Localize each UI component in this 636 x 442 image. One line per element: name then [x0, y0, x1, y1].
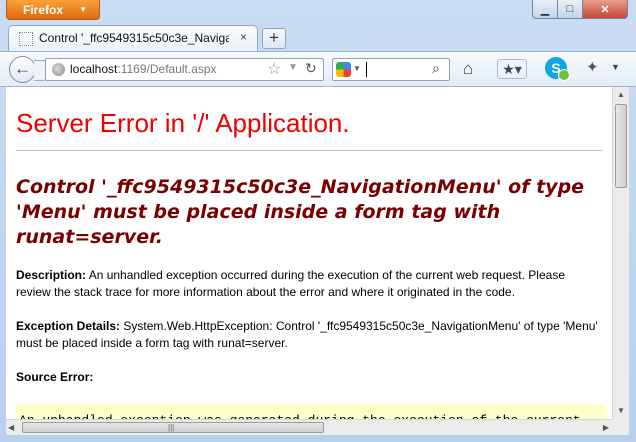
maximize-button[interactable]: □ — [557, 0, 583, 19]
minimize-button[interactable]: ▁ — [532, 0, 558, 19]
exception-label: Exception Details: — [16, 319, 121, 333]
scroll-down-icon[interactable]: ▼ — [613, 403, 629, 419]
minimize-icon: ▁ — [540, 3, 550, 16]
magnifier-icon[interactable]: ⌕ — [432, 60, 440, 77]
horizontal-scrollbar[interactable]: ◀ ||| ▶ — [6, 419, 612, 435]
skype-status-icon — [558, 69, 570, 81]
search-input[interactable] — [366, 62, 367, 77]
scrollbar-corner — [612, 419, 629, 435]
chevron-down-icon: ▼ — [79, 5, 87, 14]
scroll-right-icon[interactable]: ▶ — [603, 420, 609, 435]
url-text: localhost:1169/Default.aspx — [70, 62, 217, 76]
search-engine-dropdown-icon[interactable]: ▼ — [353, 64, 361, 73]
tab-title: Control '_ffc9549315c50c3e_Navigation... — [39, 31, 229, 45]
back-button[interactable]: ← — [9, 56, 36, 83]
reload-icon[interactable]: ↻ — [305, 60, 317, 77]
browser-tab[interactable]: Control '_ffc9549315c50c3e_Navigation...… — [8, 25, 258, 51]
menu-dropdown-icon[interactable]: ▼ — [611, 62, 620, 72]
addon-icon[interactable]: ✦ — [586, 58, 599, 76]
new-tab-button[interactable]: + — [262, 28, 286, 49]
page-content: Server Error in '/' Application. Control… — [6, 87, 612, 419]
firefox-menu-label: Firefox — [23, 3, 64, 17]
vertical-scroll-thumb[interactable] — [615, 104, 627, 188]
grip-icon: ||| — [168, 423, 175, 432]
exception-paragraph: Exception Details: System.Web.HttpExcept… — [16, 318, 601, 352]
page-title: Server Error in '/' Application. — [16, 108, 350, 138]
page-favicon-icon — [19, 32, 33, 46]
url-dropdown-icon[interactable]: ▼ — [288, 62, 298, 73]
maximize-icon: □ — [566, 3, 574, 15]
scroll-left-icon[interactable]: ◀ — [8, 420, 14, 435]
source-error-label: Source Error: — [16, 370, 94, 384]
navigation-toolbar: ← localhost:1169/Default.aspx ☆ ▼ ↻ ▼ ⌕ … — [0, 51, 636, 87]
firefox-menu-button[interactable]: Firefox ▼ — [6, 0, 100, 20]
bookmarks-icon[interactable]: ★▾ — [497, 59, 527, 79]
close-window-button[interactable]: ✕ — [582, 0, 628, 19]
description-label: Description: — [16, 268, 87, 282]
close-icon: ✕ — [600, 3, 610, 16]
source-error-code: An unhandled exception was generated dur… — [16, 404, 606, 419]
divider — [16, 150, 602, 151]
google-icon[interactable] — [336, 62, 351, 77]
vertical-scrollbar[interactable]: ▲ ▼ — [612, 87, 629, 419]
search-bar[interactable]: ▼ ⌕ — [332, 58, 450, 81]
scroll-up-icon[interactable]: ▲ — [613, 87, 629, 103]
tab-close-icon[interactable]: × — [240, 30, 247, 44]
back-arrow-icon: ← — [14, 59, 31, 78]
star-icon[interactable]: ☆ — [267, 59, 281, 79]
browser-window: Firefox ▼ ▁ □ ✕ Control '_ffc9549315c50c… — [0, 0, 636, 442]
url-host: localhost — [70, 62, 118, 76]
globe-icon[interactable] — [52, 63, 65, 76]
error-message: Control '_ffc9549315c50c3e_NavigationMen… — [16, 176, 585, 248]
url-path: :1169/Default.aspx — [117, 62, 217, 76]
address-bar[interactable]: localhost:1169/Default.aspx ☆ ▼ ↻ — [45, 58, 324, 81]
horizontal-scroll-thumb[interactable]: ||| — [22, 422, 324, 433]
home-icon[interactable]: ⌂ — [463, 59, 473, 79]
description-text: An unhandled exception occurred during t… — [16, 268, 565, 299]
description-paragraph: Description: An unhandled exception occu… — [16, 267, 601, 301]
